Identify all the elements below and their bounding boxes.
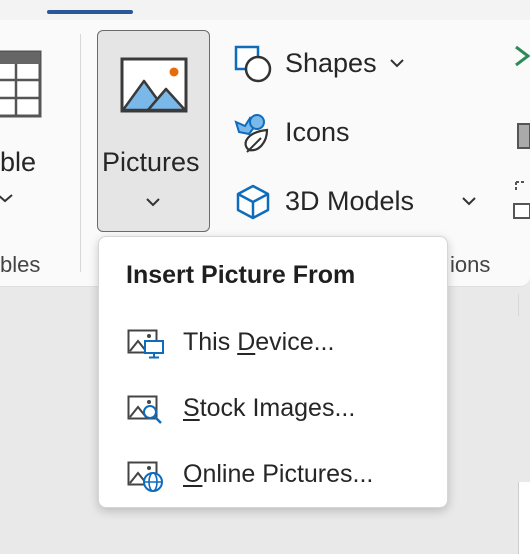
picture-icon bbox=[120, 57, 188, 113]
illustrations-group-label: ions bbox=[450, 252, 491, 277]
picture-online-icon bbox=[127, 461, 163, 492]
3d-models-button-label: 3D Models bbox=[285, 186, 415, 216]
menu-item-label: Stock Images... bbox=[183, 394, 355, 423]
shapes-button-label: Shapes bbox=[285, 48, 377, 78]
picture-device-icon bbox=[127, 329, 164, 359]
chevron-down-icon bbox=[0, 194, 13, 203]
shapes-icon bbox=[234, 45, 272, 83]
smartart-icon[interactable] bbox=[514, 44, 530, 68]
accelerator-key: O bbox=[183, 460, 203, 488]
table-button-label: ble bbox=[0, 147, 37, 177]
picture-search-icon bbox=[127, 395, 162, 424]
pictures-button[interactable]: Pictures bbox=[97, 30, 210, 232]
chevron-down-icon bbox=[146, 198, 160, 207]
screenshot-icon[interactable] bbox=[512, 180, 530, 220]
document-page-edge bbox=[518, 482, 530, 554]
tables-group-label: bles bbox=[0, 252, 41, 277]
accelerator-key: D bbox=[237, 328, 256, 356]
label-text: evice... bbox=[255, 328, 335, 356]
menu-item-this-device[interactable]: This Device... bbox=[99, 315, 447, 371]
label-text: tock Images... bbox=[199, 394, 356, 422]
label-text: This bbox=[183, 328, 238, 356]
pictures-button-label: Pictures bbox=[102, 147, 200, 177]
tab-strip bbox=[0, 0, 530, 20]
chevron-down-icon bbox=[390, 59, 404, 68]
menu-item-label: Online Pictures... bbox=[183, 460, 373, 489]
menu-item-label: This Device... bbox=[183, 328, 334, 357]
cube-icon bbox=[236, 184, 270, 220]
active-tab-indicator bbox=[47, 10, 133, 14]
dropdown-header: Insert Picture From bbox=[126, 261, 356, 289]
label-text: nline Pictures... bbox=[202, 460, 374, 488]
chevron-down-icon bbox=[462, 197, 476, 206]
group-separator bbox=[80, 34, 81, 272]
accelerator-key: S bbox=[183, 394, 200, 422]
chart-icon[interactable] bbox=[516, 114, 530, 150]
insert-picture-dropdown: Insert Picture From This Device... Stock… bbox=[98, 236, 448, 508]
group-separator bbox=[518, 294, 519, 316]
menu-item-stock-images[interactable]: Stock Images... bbox=[99, 381, 447, 437]
icons-button-label: Icons bbox=[285, 117, 350, 147]
menu-item-online-pictures[interactable]: Online Pictures... bbox=[99, 447, 447, 503]
table-icon bbox=[0, 50, 42, 118]
icons-icon bbox=[234, 114, 269, 153]
